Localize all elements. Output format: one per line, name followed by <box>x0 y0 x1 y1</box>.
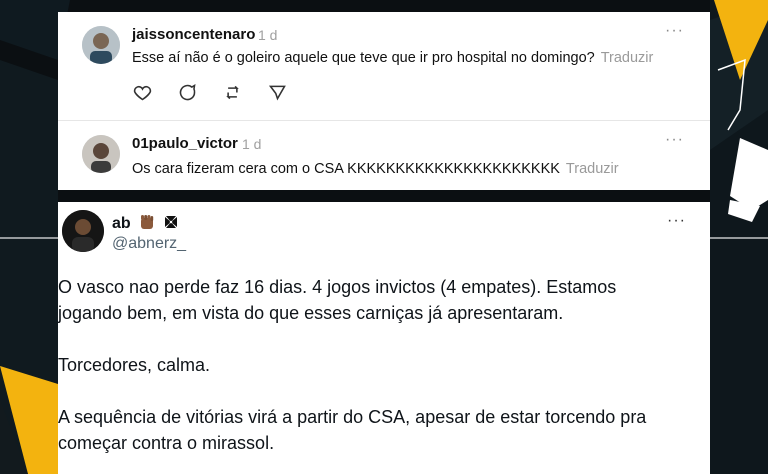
comment-time: 1 d <box>258 27 278 43</box>
comment-username[interactable]: 01paulo_victor <box>132 135 238 152</box>
comment-username[interactable]: jaissoncentenaro <box>132 26 255 43</box>
tweet-line: Torcedores, calma. <box>58 355 211 375</box>
avatar-image <box>82 26 120 64</box>
avatar-image <box>82 135 120 173</box>
comment-text: Os cara fizeram cera com o CSA KKKKKKKKK… <box>132 161 619 177</box>
comment-text: Esse aí não é o goleiro aquele que teve … <box>132 50 653 66</box>
maltese-cross-icon <box>164 216 177 228</box>
tweet-text: O vasco nao perde faz 16 dias. 4 jogos i… <box>58 274 710 456</box>
avatar[interactable] <box>62 210 104 252</box>
like-icon[interactable] <box>132 82 153 103</box>
tweet-line: começar contra o mirassol. <box>58 433 275 453</box>
repost-icon[interactable] <box>222 82 243 103</box>
translate-link[interactable]: Traduzir <box>601 50 654 66</box>
more-options-icon[interactable]: ··· <box>665 22 684 40</box>
more-options-icon[interactable]: ··· <box>667 212 686 230</box>
display-name-text: ab <box>112 215 131 232</box>
avatar[interactable] <box>82 135 120 173</box>
comment-actions <box>132 82 288 103</box>
tweet-card: ab @abnerz_ ··· O vasco nao perde faz 16… <box>58 202 710 474</box>
comment-body: Os cara fizeram cera com o CSA KKKKKKKKK… <box>132 161 560 177</box>
avatar-image <box>62 210 104 252</box>
more-options-icon[interactable]: ··· <box>665 131 684 149</box>
comment-body: Esse aí não é o goleiro aquele que teve … <box>132 50 595 66</box>
tweet-line: O vasco nao perde faz 16 dias. 4 jogos i… <box>58 277 617 297</box>
comment-item: jaissoncentenaro 1 d ··· Esse aí não é o… <box>58 12 710 120</box>
comment-time: 1 d <box>242 136 262 152</box>
translate-link[interactable]: Traduzir <box>566 161 619 177</box>
tweet-line: A sequência de vitórias virá a partir do… <box>58 407 647 427</box>
threads-comments-card: jaissoncentenaro 1 d ··· Esse aí não é o… <box>58 12 710 190</box>
reply-icon[interactable] <box>177 82 198 103</box>
tweet-line: jogando bem, em vista do que esses carni… <box>58 303 564 323</box>
raised-fist-emoji-icon <box>141 215 154 229</box>
share-icon[interactable] <box>267 82 288 103</box>
avatar[interactable] <box>82 26 120 64</box>
comment-item: 01paulo_victor 1 d ··· Os cara fizeram c… <box>58 121 710 190</box>
tweet-display-name[interactable]: ab <box>112 213 179 233</box>
tweet-handle[interactable]: @abnerz_ <box>112 235 186 253</box>
